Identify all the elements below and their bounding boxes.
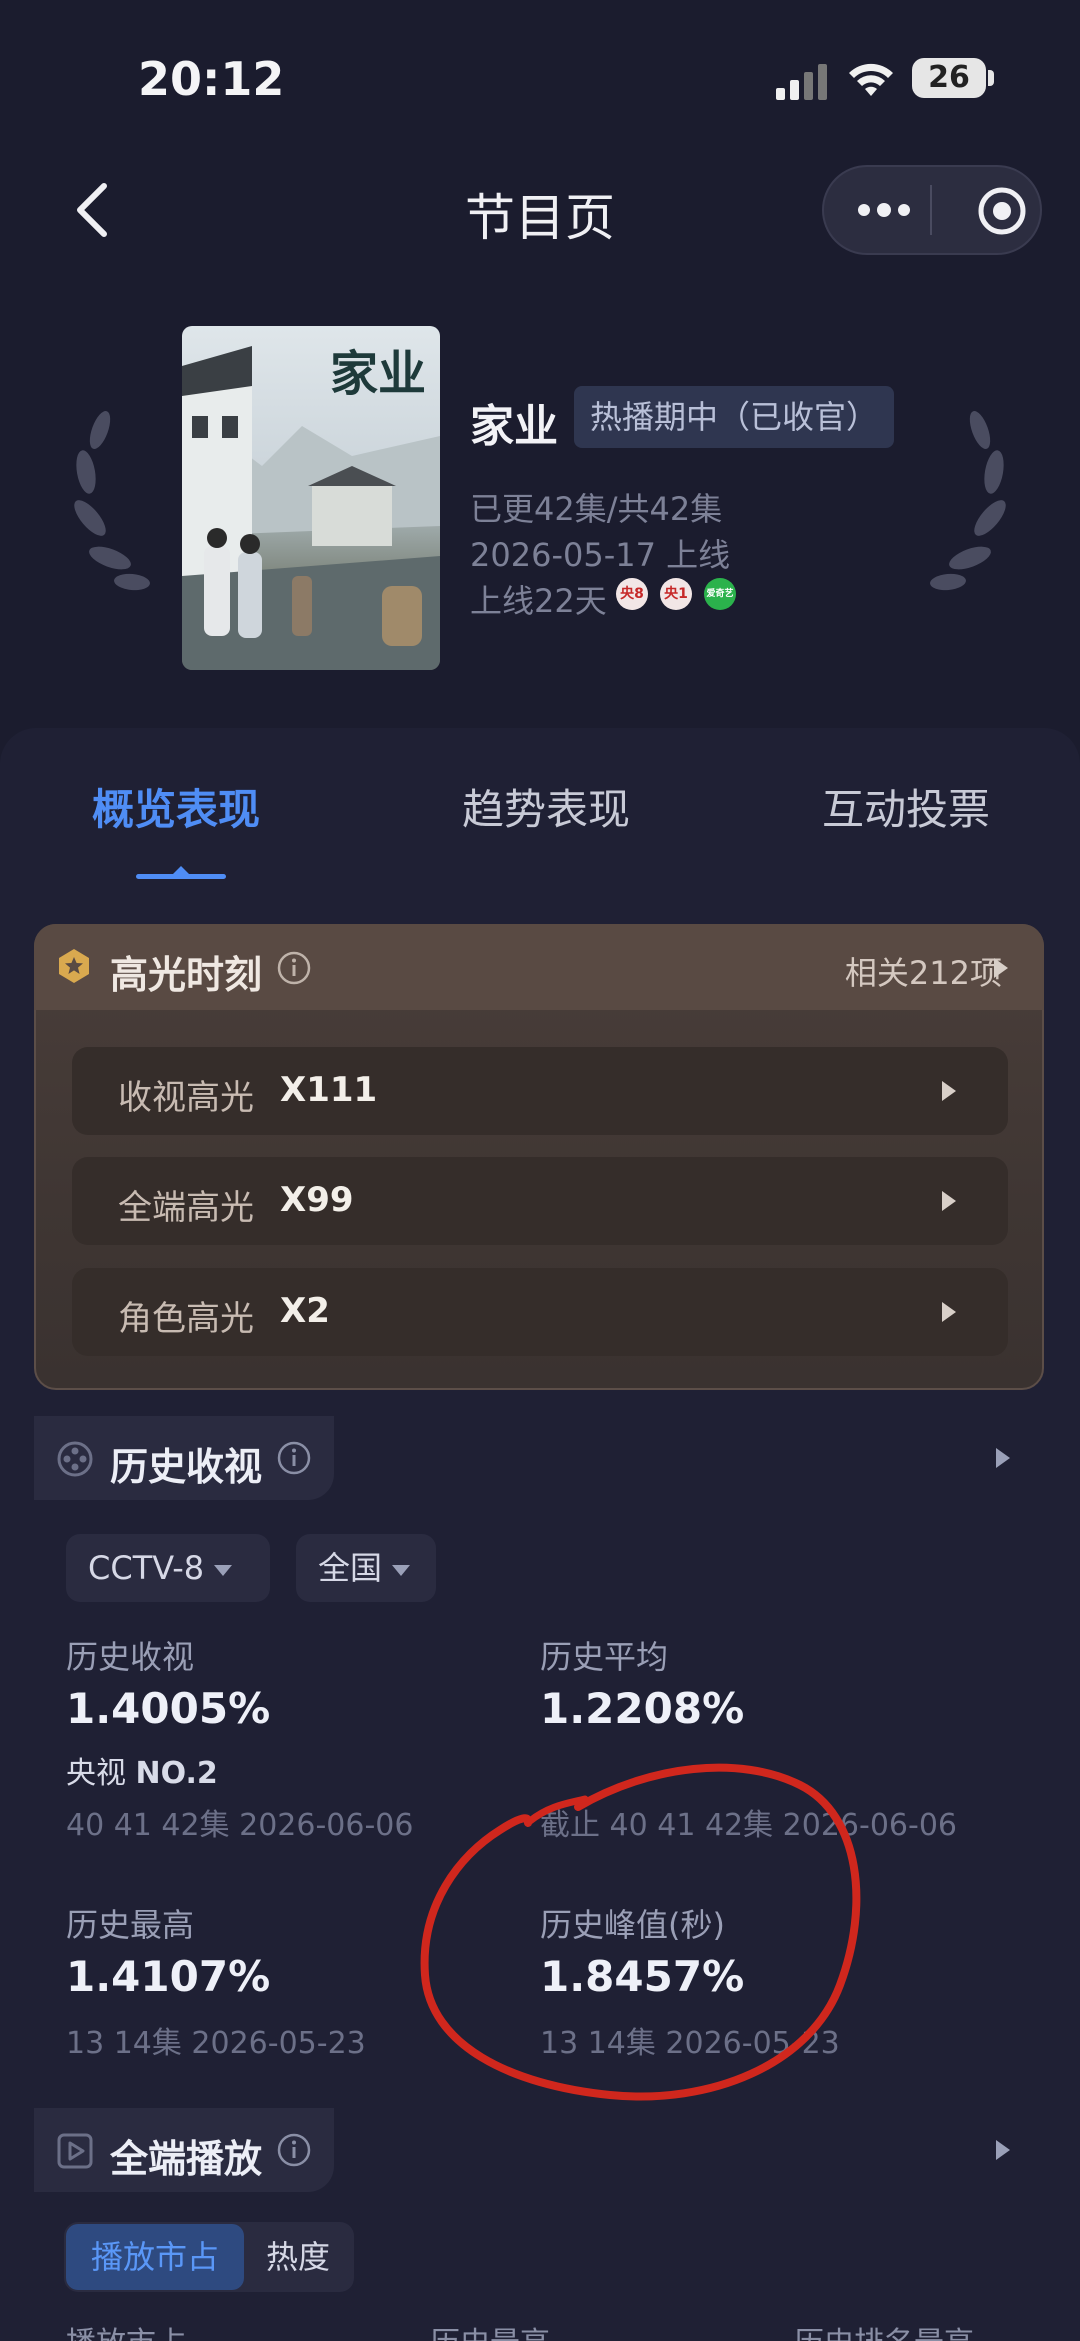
highlight-row-label: 角色高光 [118, 1299, 254, 1339]
star-badge-icon [59, 949, 89, 983]
segment-market-share[interactable]: 播放市占 [66, 2224, 244, 2290]
poster-title: 家业 [329, 346, 426, 402]
show-name: 家业 [470, 401, 558, 452]
play-box-icon [57, 2133, 93, 2169]
wifi-icon [849, 63, 893, 96]
highlight-row-value: X99 [280, 1180, 354, 1220]
highlight-row-value: X111 [280, 1070, 378, 1110]
channel-dropdown-value: CCTV-8 [88, 1549, 205, 1587]
highlights-title: 高光时刻 [110, 953, 263, 997]
play-arrow-icon [942, 1302, 956, 1322]
region-dropdown-value: 全国 [318, 1549, 383, 1587]
episode-count: 已更42集/共42集 [470, 490, 723, 528]
info-icon[interactable] [276, 950, 312, 986]
channel-iqiyi-icon: 爱奇艺 [704, 578, 736, 610]
playback-title: 全端播放 [110, 2137, 263, 2181]
tab-indicator [136, 874, 226, 879]
rank-value: NO.2 [135, 1756, 218, 1791]
rank-prefix: 央视 [66, 1756, 126, 1791]
column-label: 历史排名最高 [794, 2318, 974, 2341]
laurel-left-icon [74, 411, 150, 591]
stat-label: 历史收视 [66, 1638, 195, 1676]
premiere-date: 2026-05-17 上线 [470, 536, 731, 574]
channel-cctv1-icon: 央1 [660, 578, 692, 610]
cellular-signal-icon [776, 64, 827, 100]
tab-vote[interactable]: 互动投票 [822, 776, 990, 837]
play-arrow-icon [994, 958, 1008, 978]
laurel-right-icon [930, 411, 1006, 591]
info-icon[interactable] [276, 2132, 312, 2168]
column-label: 播放市占 [66, 2318, 186, 2341]
status-time: 20:12 [138, 52, 285, 106]
history-title: 历史收视 [110, 1445, 263, 1489]
tab-trend[interactable]: 趋势表现 [462, 776, 630, 837]
stat-value: 1.4005% [66, 1684, 271, 1733]
highlight-row-label: 收视高光 [118, 1078, 254, 1118]
battery-nub [988, 70, 994, 86]
play-arrow-icon [942, 1191, 956, 1211]
stat-label: 历史最高 [66, 1906, 195, 1944]
film-reel-icon [57, 1441, 93, 1477]
channel-cctv8-icon: 央8 [616, 578, 648, 610]
dropdown-arrow-icon [392, 1564, 411, 1576]
channel-dropdown[interactable]: CCTV-8 [66, 1534, 270, 1602]
stat-sub: 13 14集 2026-05-23 [66, 2026, 366, 2061]
show-poster[interactable]: 家业 [182, 326, 440, 670]
section-arrow-icon[interactable] [996, 2140, 1010, 2160]
status-badge: 热播期中（已收官） [574, 386, 895, 448]
stat-label: 历史平均 [540, 1638, 669, 1676]
capsule-divider [930, 185, 932, 235]
close-mini-program-icon[interactable] [976, 185, 1028, 237]
tab-overview[interactable]: 概览表现 [92, 776, 260, 837]
red-circle-annotation [420, 1763, 861, 2101]
dropdown-arrow-icon [214, 1564, 233, 1576]
highlight-row-value: X2 [280, 1291, 330, 1331]
play-arrow-icon [942, 1081, 956, 1101]
rank-label: 央视 NO.2 [66, 1748, 218, 1792]
section-arrow-icon[interactable] [996, 1448, 1010, 1468]
stat-sub: 40 41 42集 2026-06-06 [66, 1808, 414, 1843]
info-icon[interactable] [276, 1440, 312, 1476]
days-online: 上线22天 [470, 582, 607, 620]
stat-value: 1.2208% [540, 1684, 745, 1733]
battery-icon: 26 [912, 58, 986, 98]
more-icon[interactable] [856, 196, 912, 224]
column-label: 历史最高 [430, 2318, 550, 2341]
region-dropdown[interactable]: 全国 [296, 1534, 436, 1602]
highlights-related-link[interactable]: 相关212项 [845, 948, 1002, 994]
segment-heat[interactable]: 热度 [246, 2224, 350, 2290]
highlight-row-label: 全端高光 [118, 1188, 254, 1228]
stat-value: 1.4107% [66, 1952, 271, 2001]
